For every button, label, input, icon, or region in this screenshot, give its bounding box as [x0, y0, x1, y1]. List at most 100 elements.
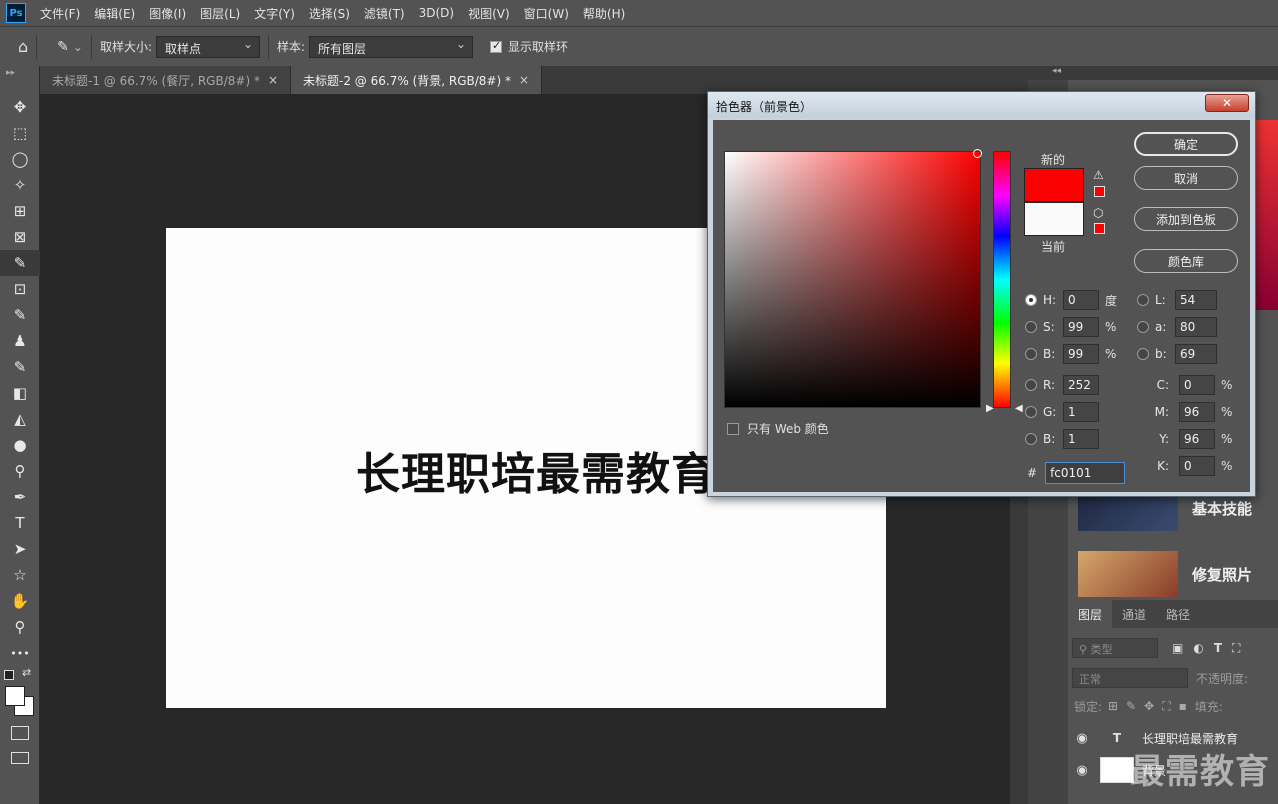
sample-select[interactable]: 所有图层 — [309, 35, 474, 58]
saturation-input[interactable]: 99 — [1063, 317, 1099, 337]
lasso-tool-icon[interactable]: ◯ — [0, 146, 40, 172]
menu-help[interactable]: 帮助(H) — [583, 5, 625, 22]
adjustment-filter-icon[interactable]: ◐ — [1193, 641, 1203, 655]
cancel-button[interactable]: 取消 — [1134, 166, 1238, 190]
lock-all-icon[interactable]: ▪ — [1179, 699, 1187, 713]
web-colors-only-option[interactable]: 只有 Web 颜色 — [727, 420, 829, 437]
menu-window[interactable]: 窗口(W) — [524, 5, 569, 22]
lab-l-radio[interactable] — [1137, 294, 1149, 306]
magic-wand-tool-icon[interactable]: ✧ — [0, 172, 40, 198]
history-brush-tool-icon[interactable]: ✎ — [0, 354, 40, 380]
brightness-radio[interactable] — [1025, 348, 1037, 360]
quick-mask-icon[interactable] — [11, 726, 29, 740]
frame-tool-icon[interactable]: ⊠ — [0, 224, 40, 250]
lock-position-icon[interactable]: ✥ — [1144, 699, 1154, 713]
visibility-eye-icon[interactable]: ◉ — [1068, 763, 1096, 778]
black-input[interactable]: 0 — [1179, 456, 1215, 476]
current-color-swatch[interactable] — [1024, 202, 1084, 236]
menu-layer[interactable]: 图层(L) — [200, 5, 240, 22]
tab-document-1[interactable]: 未标题-1 @ 66.7% (餐厅, RGB/8#) * × — [40, 66, 292, 94]
web-safe-swatch[interactable] — [1094, 223, 1105, 234]
more-tools-icon[interactable]: ••• — [0, 640, 40, 666]
add-to-swatches-button[interactable]: 添加到色板 — [1134, 207, 1238, 231]
menu-3d[interactable]: 3D(D) — [419, 6, 454, 20]
lab-b-input[interactable]: 69 — [1175, 344, 1217, 364]
show-sampling-ring-checkbox[interactable] — [490, 39, 503, 53]
hand-tool-icon[interactable]: ✋ — [0, 588, 40, 614]
hue-slider-right-handle[interactable]: ◀ — [1015, 403, 1023, 414]
menu-file[interactable]: 文件(F) — [40, 5, 80, 22]
swap-colors-icon[interactable]: ⇄ — [22, 666, 31, 679]
menu-type[interactable]: 文字(Y) — [254, 5, 295, 22]
chevron-down-icon[interactable]: ⌄ — [73, 40, 83, 54]
green-radio[interactable] — [1025, 406, 1037, 418]
clone-stamp-tool-icon[interactable]: ♟ — [0, 328, 40, 354]
home-icon[interactable]: ⌂ — [18, 37, 28, 56]
tab-document-2[interactable]: 未标题-2 @ 66.7% (背景, RGB/8#) * × — [291, 66, 543, 94]
hue-slider[interactable] — [993, 151, 1011, 408]
dialog-titlebar[interactable]: 拾色器（前景色） ✕ — [708, 92, 1255, 118]
hue-radio[interactable] — [1025, 294, 1037, 306]
panel-grip[interactable]: ▸▸ — [0, 66, 39, 94]
color-libraries-button[interactable]: 颜色库 — [1134, 249, 1238, 273]
shape-filter-icon[interactable]: ⛶ — [1232, 641, 1240, 656]
tab-paths[interactable]: 路径 — [1156, 600, 1200, 628]
hue-input[interactable]: 0 — [1063, 290, 1099, 310]
dodge-tool-icon[interactable]: ⚲ — [0, 458, 40, 484]
move-tool-icon[interactable]: ✥ — [0, 94, 40, 120]
visibility-eye-icon[interactable]: ◉ — [1068, 731, 1096, 746]
hue-slider-left-handle[interactable]: ▶ — [986, 403, 994, 414]
close-icon[interactable]: ✕ — [1205, 94, 1249, 112]
crop-tool-icon[interactable]: ⊞ — [0, 198, 40, 224]
menu-filter[interactable]: 滤镜(T) — [364, 5, 405, 22]
lab-a-radio[interactable] — [1137, 321, 1149, 333]
menu-select[interactable]: 选择(S) — [309, 5, 350, 22]
sample-size-select[interactable]: 取样点 — [156, 35, 260, 58]
cyan-input[interactable]: 0 — [1179, 375, 1215, 395]
red-input[interactable]: 252 — [1063, 375, 1099, 395]
web-colors-only-checkbox[interactable] — [727, 422, 739, 435]
brush-tool-icon[interactable]: ✎ — [0, 302, 40, 328]
close-icon[interactable]: × — [519, 73, 529, 87]
type-tool-icon[interactable]: T — [0, 510, 40, 536]
lock-brush-icon[interactable]: ✎ — [1126, 699, 1136, 713]
learn-item-fix-photo[interactable]: 修复照片 — [1078, 550, 1278, 598]
menu-image[interactable]: 图像(I) — [149, 5, 186, 22]
path-selection-tool-icon[interactable]: ➤ — [0, 536, 40, 562]
image-filter-icon[interactable]: ▣ — [1172, 641, 1183, 655]
blur-tool-icon[interactable]: ● — [0, 432, 40, 458]
spot-healing-tool-icon[interactable]: ⊡ — [0, 276, 40, 302]
blue-input[interactable]: 1 — [1063, 429, 1099, 449]
lab-l-input[interactable]: 54 — [1175, 290, 1217, 310]
hex-input[interactable]: fc0101 — [1045, 462, 1126, 484]
brightness-input[interactable]: 99 — [1063, 344, 1099, 364]
dock-collapse-icon[interactable]: ◂◂ — [1052, 66, 1061, 76]
lab-a-input[interactable]: 80 — [1175, 317, 1217, 337]
green-input[interactable]: 1 — [1063, 402, 1099, 422]
zoom-tool-icon[interactable]: ⚲ — [0, 614, 40, 640]
color-marker[interactable] — [973, 149, 982, 158]
custom-shape-tool-icon[interactable]: ☆ — [0, 562, 40, 588]
menu-edit[interactable]: 编辑(E) — [94, 5, 135, 22]
eraser-tool-icon[interactable]: ◧ — [0, 380, 40, 406]
type-filter-icon[interactable]: T — [1214, 641, 1222, 655]
default-colors-icon[interactable] — [4, 670, 14, 680]
menu-view[interactable]: 视图(V) — [468, 5, 510, 22]
tab-layers[interactable]: 图层 — [1068, 600, 1113, 628]
red-radio[interactable] — [1025, 379, 1037, 391]
gamut-correction-swatch[interactable] — [1094, 186, 1105, 197]
canvas-text-layer[interactable]: 长理职培最需教育 — [356, 438, 716, 502]
yellow-input[interactable]: 96 — [1179, 429, 1215, 449]
blend-mode-select[interactable]: 正常 — [1072, 668, 1188, 688]
lock-pixels-icon[interactable]: ⊞ — [1108, 699, 1118, 713]
lock-artboard-icon[interactable]: ⛶ — [1162, 699, 1170, 714]
eyedropper-tool-icon[interactable]: ✎ — [0, 250, 40, 276]
marquee-tool-icon[interactable]: ⬚ — [0, 120, 40, 146]
ok-button[interactable]: 确定 — [1134, 132, 1238, 156]
lab-b-radio[interactable] — [1137, 348, 1149, 360]
pen-tool-icon[interactable]: ✒ — [0, 484, 40, 510]
foreground-color-swatch[interactable] — [5, 686, 25, 706]
magenta-input[interactable]: 96 — [1179, 402, 1215, 422]
blue-radio[interactable] — [1025, 433, 1037, 445]
tab-channels[interactable]: 通道 — [1112, 600, 1156, 628]
